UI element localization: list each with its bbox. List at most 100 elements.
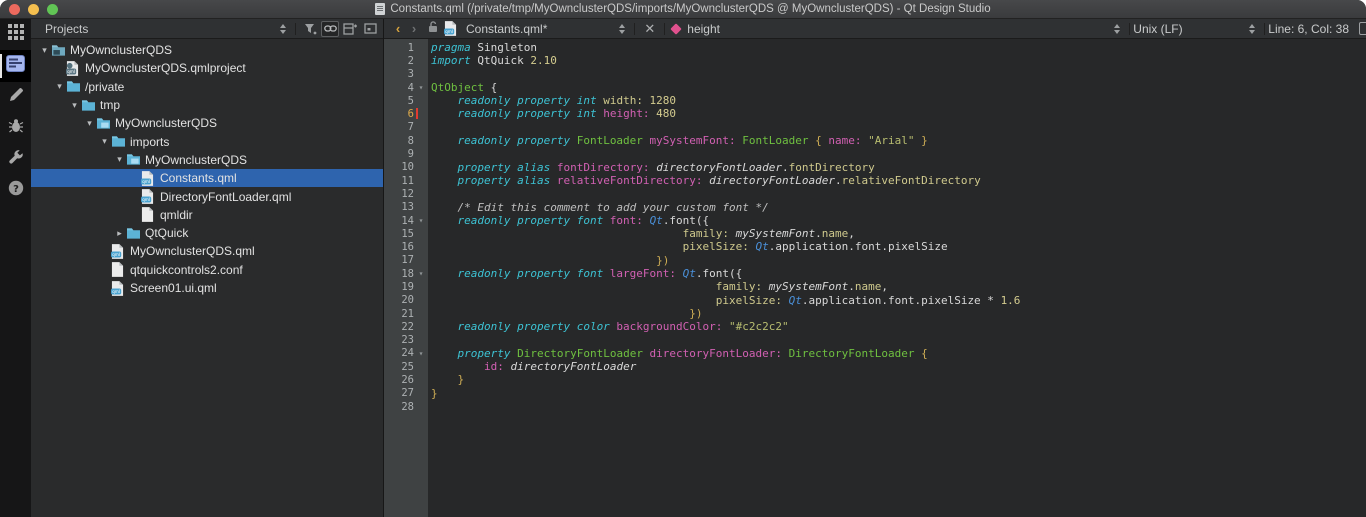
tree-expand-arrow-icon[interactable]: ▾ <box>83 118 96 129</box>
gutter-line-19[interactable]: 19 <box>384 280 428 293</box>
code-line-2[interactable]: import QtQuick 2.10 <box>431 54 1366 67</box>
code-line-27[interactable]: } <box>431 387 1366 400</box>
split-new-icon[interactable] <box>341 21 359 37</box>
document-dropdown-icon[interactable] <box>619 24 625 34</box>
tree-expand-arrow-icon[interactable]: ▸ <box>113 228 126 239</box>
code-line-4[interactable]: QtObject { <box>431 81 1366 94</box>
tree-item-qmldir[interactable]: qmldir <box>31 206 383 224</box>
code-line-25[interactable]: id: directoryFontLoader <box>431 360 1366 373</box>
code-line-21[interactable]: }) <box>431 307 1366 320</box>
current-symbol[interactable]: height <box>687 22 720 36</box>
gutter-line-8[interactable]: 8 <box>384 134 428 147</box>
code-line-20[interactable]: pixelSize: Qt.application.font.pixelSize… <box>431 294 1366 307</box>
gutter-line-20[interactable]: 20 <box>384 294 428 307</box>
tree-item-myownclusterqds-qmlproject[interactable]: qmlMyOwnclusterQDS.qmlproject <box>31 59 383 77</box>
fold-marker-icon[interactable]: ▾ <box>414 349 428 358</box>
gutter-line-1[interactable]: 1 <box>384 41 428 54</box>
tree-item-tmp[interactable]: ▾tmp <box>31 96 383 114</box>
file-encoding[interactable]: Unix (LF) <box>1133 22 1243 36</box>
mode-button-help-mode[interactable]: ? <box>0 175 31 206</box>
tree-item-screen01-ui-qml[interactable]: qmlScreen01.ui.qml <box>31 279 383 297</box>
gutter-line-18[interactable]: 18▾ <box>384 267 428 280</box>
gutter-line-12[interactable]: 12 <box>384 187 428 200</box>
code-line-26[interactable]: } <box>431 373 1366 386</box>
tree-item-myownclusterqds[interactable]: ▾MyOwnclusterQDS <box>31 151 383 169</box>
tree-expand-arrow-icon[interactable]: ▾ <box>38 45 51 56</box>
gutter-line-10[interactable]: 10 <box>384 161 428 174</box>
filter-icon[interactable] <box>301 21 319 37</box>
gutter-line-27[interactable]: 27 <box>384 387 428 400</box>
go-forward-button[interactable]: › <box>406 21 422 36</box>
code-line-15[interactable]: family: mySystemFont.name, <box>431 227 1366 240</box>
gutter-line-6[interactable]: 6 <box>384 107 428 120</box>
line-ending-dropdown-icon[interactable] <box>1249 24 1255 34</box>
mode-button-design-mode[interactable] <box>0 82 31 113</box>
fold-marker-icon[interactable]: ▾ <box>414 216 428 225</box>
fold-marker-icon[interactable]: ▾ <box>414 83 428 92</box>
code-line-6[interactable]: readonly property int height: 480 <box>431 107 1366 120</box>
gutter-line-3[interactable]: 3 <box>384 68 428 81</box>
tree-expand-arrow-icon[interactable]: ▾ <box>113 154 126 165</box>
code-line-12[interactable] <box>431 187 1366 200</box>
zoom-window-button[interactable] <box>47 4 58 15</box>
gutter-line-24[interactable]: 24▾ <box>384 347 428 360</box>
code-line-3[interactable] <box>431 68 1366 81</box>
gutter-line-21[interactable]: 21 <box>384 307 428 320</box>
code-line-11[interactable]: property alias relativeFontDirectory: di… <box>431 174 1366 187</box>
tree-item-qtquickcontrols2-conf[interactable]: qtquickcontrols2.conf <box>31 261 383 279</box>
code-line-1[interactable]: pragma Singleton <box>431 41 1366 54</box>
tree-expand-arrow-icon[interactable]: ▾ <box>68 100 81 111</box>
code-line-17[interactable]: }) <box>431 254 1366 267</box>
gutter-line-23[interactable]: 23 <box>384 334 428 347</box>
code-line-28[interactable] <box>431 400 1366 413</box>
tree-item--private[interactable]: ▾/private <box>31 78 383 96</box>
close-window-button[interactable] <box>9 4 20 15</box>
gutter-line-25[interactable]: 25 <box>384 360 428 373</box>
editor-split-icon[interactable] <box>1359 22 1366 35</box>
code-line-19[interactable]: family: mySystemFont.name, <box>431 280 1366 293</box>
gutter-line-2[interactable]: 2 <box>384 54 428 67</box>
code-editor[interactable]: 1234▾567891011121314▾15161718▾1920212223… <box>384 39 1366 517</box>
code-line-7[interactable] <box>431 121 1366 134</box>
close-document-button[interactable]: ✕ <box>638 21 661 37</box>
tree-item-qtquick[interactable]: ▸QtQuick <box>31 224 383 242</box>
gutter-line-11[interactable]: 11 <box>384 174 428 187</box>
mode-button-welcome-mode[interactable] <box>0 19 31 50</box>
hide-panel-icon[interactable] <box>361 21 379 37</box>
code-line-10[interactable]: property alias fontDirectory: directoryF… <box>431 161 1366 174</box>
gutter-line-15[interactable]: 15 <box>384 227 428 240</box>
lock-icon[interactable] <box>428 21 438 36</box>
code-line-24[interactable]: property DirectoryFontLoader directoryFo… <box>431 347 1366 360</box>
code-line-23[interactable] <box>431 334 1366 347</box>
go-back-button[interactable]: ‹ <box>390 21 406 36</box>
tree-item-constants-qml[interactable]: qmlConstants.qml <box>31 169 383 187</box>
tree-item-myownclusterqds[interactable]: ▾MyOwnclusterQDS <box>31 114 383 132</box>
gutter-line-5[interactable]: 5 <box>384 94 428 107</box>
tree-expand-arrow-icon[interactable]: ▾ <box>98 136 111 147</box>
mode-button-debug-mode[interactable] <box>0 113 31 144</box>
code-text[interactable]: pragma Singletonimport QtQuick 2.10 QtObj… <box>428 39 1366 517</box>
tree-expand-arrow-icon[interactable]: ▾ <box>53 81 66 92</box>
gutter-line-9[interactable]: 9 <box>384 147 428 160</box>
sync-with-editor-icon[interactable] <box>321 21 339 37</box>
gutter-line-26[interactable]: 26 <box>384 373 428 386</box>
tree-item-directoryfontloader-qml[interactable]: qmlDirectoryFontLoader.qml <box>31 187 383 205</box>
gutter-line-22[interactable]: 22 <box>384 320 428 333</box>
code-line-14[interactable]: readonly property font font: Qt.font({ <box>431 214 1366 227</box>
tree-item-myownclusterqds-qml[interactable]: qmlMyOwnclusterQDS.qml <box>31 242 383 260</box>
fold-marker-icon[interactable]: ▾ <box>414 269 428 278</box>
gutter-line-17[interactable]: 17 <box>384 254 428 267</box>
code-line-13[interactable]: /* Edit this comment to add your custom … <box>431 201 1366 214</box>
code-line-22[interactable]: readonly property color backgroundColor:… <box>431 320 1366 333</box>
combo-arrows-icon[interactable] <box>280 24 286 34</box>
code-line-18[interactable]: readonly property font largeFont: Qt.fon… <box>431 267 1366 280</box>
minimize-window-button[interactable] <box>28 4 39 15</box>
encoding-dropdown-icon[interactable] <box>1114 24 1120 34</box>
open-document-name[interactable]: Constants.qml* <box>466 22 547 36</box>
gutter-line-14[interactable]: 14▾ <box>384 214 428 227</box>
mode-button-projects-mode[interactable] <box>0 144 31 175</box>
code-line-16[interactable]: pixelSize: Qt.application.font.pixelSize <box>431 240 1366 253</box>
gutter-line-13[interactable]: 13 <box>384 201 428 214</box>
code-line-5[interactable]: readonly property int width: 1280 <box>431 94 1366 107</box>
gutter-line-4[interactable]: 4▾ <box>384 81 428 94</box>
